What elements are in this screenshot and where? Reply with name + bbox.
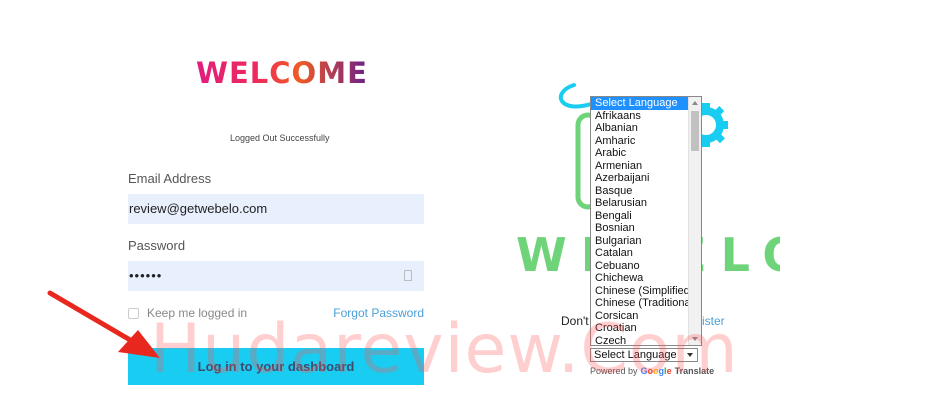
language-option[interactable]: Amharic (591, 135, 689, 148)
password-manager-icon[interactable] (404, 270, 412, 281)
language-options: Select Language Afrikaans Albanian Amharic A… (591, 97, 697, 345)
language-option[interactable]: Armenian (591, 160, 689, 173)
password-field[interactable]: •••••• (128, 261, 424, 291)
language-option[interactable]: Chinese (Simplified) (591, 285, 693, 298)
language-option[interactable]: Azerbaijani (591, 172, 689, 185)
email-label: Email Address (128, 171, 212, 186)
password-value: •••••• (129, 268, 163, 283)
language-option[interactable]: Chinese (Traditional) (591, 297, 697, 310)
language-option[interactable]: Bosnian (591, 222, 689, 235)
language-option[interactable]: Basque (591, 185, 689, 198)
language-option[interactable]: Arabic (591, 147, 689, 160)
scrollbar-thumb[interactable] (691, 111, 699, 151)
email-field[interactable]: review@getwebelo.com (128, 194, 424, 224)
language-option[interactable]: Catalan (591, 247, 689, 260)
welcome-heading: WELCOME (196, 56, 368, 90)
language-option[interactable]: Belarusian (591, 197, 689, 210)
language-dropdown-list[interactable]: Select Language Afrikaans Albanian Amharic A… (590, 96, 702, 346)
scroll-up-icon[interactable] (692, 101, 698, 105)
language-option[interactable]: Cebuano (591, 260, 689, 273)
language-option[interactable]: Albanian (591, 122, 689, 135)
keep-logged-in-checkbox[interactable] (128, 307, 139, 319)
language-option[interactable]: Select Language (591, 97, 689, 110)
language-list-scrollbar[interactable] (688, 97, 701, 345)
language-option[interactable]: Bengali (591, 210, 689, 223)
logout-status-message: Logged Out Successfully (230, 133, 330, 143)
language-option[interactable]: Afrikaans (591, 110, 689, 123)
watermark: Hudareview.Com (150, 310, 739, 389)
language-option[interactable]: Chichewa (591, 272, 689, 285)
password-label: Password (128, 238, 186, 253)
language-option[interactable]: Bulgarian (591, 235, 689, 248)
